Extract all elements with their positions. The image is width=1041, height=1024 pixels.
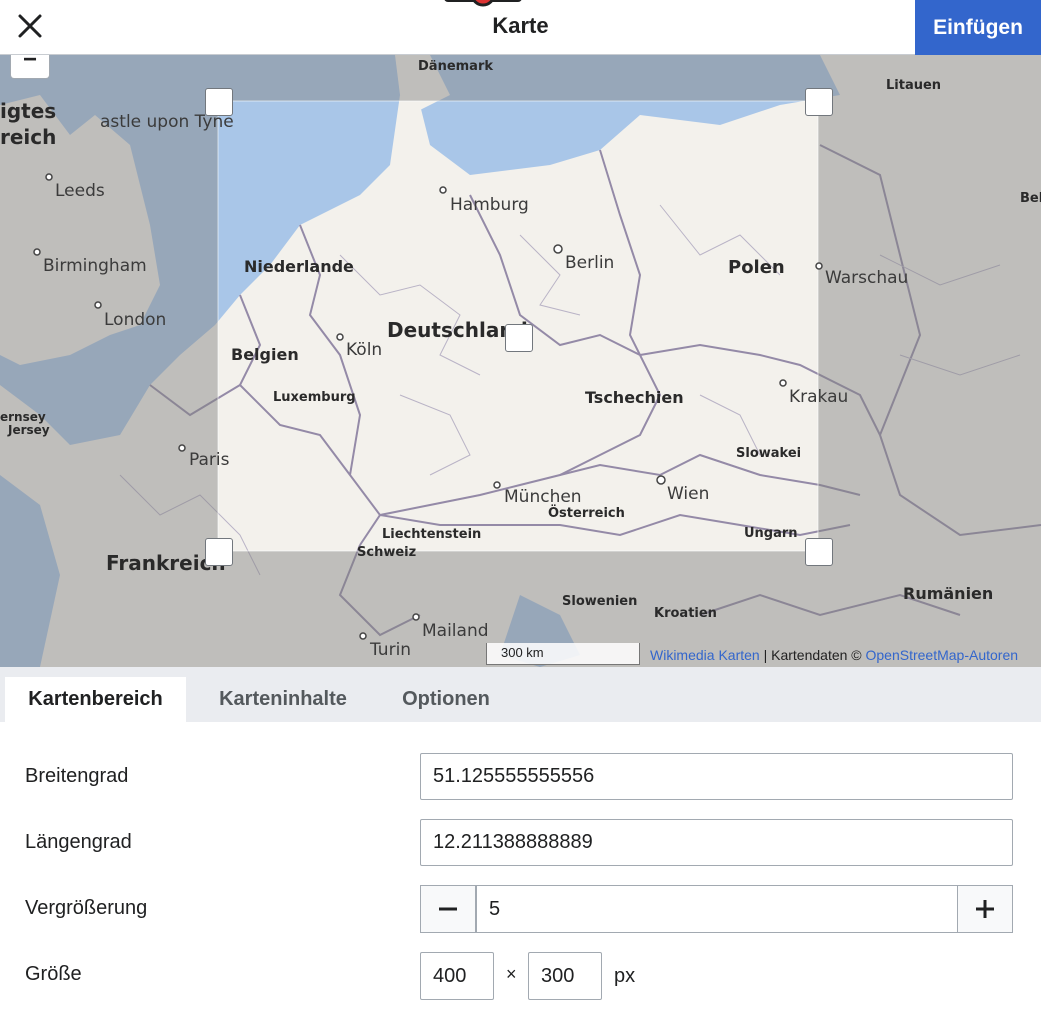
plus-icon	[976, 900, 994, 918]
latitude-label: Breitengrad	[25, 765, 129, 787]
height-input[interactable]	[528, 952, 602, 1000]
map-label-turin: Turin	[370, 640, 412, 660]
map-label-daenemark: Dänemark	[418, 59, 494, 74]
map-label-berlin: Berlin	[565, 253, 615, 273]
map-marker-icon	[444, 0, 522, 7]
map-label-liechtenstein: Liechtenstein	[382, 527, 482, 542]
map-label-vereinigtes-2: reich	[0, 125, 57, 149]
map-label-vereinigtes-1: igtes	[0, 99, 57, 123]
times-symbol: ×	[506, 964, 517, 984]
map-label-leeds: Leeds	[55, 181, 105, 201]
map-label-kroatien: Kroatien	[654, 606, 717, 621]
zoom-out-button[interactable]: −	[10, 55, 50, 79]
map-label-mailand: Mailand	[422, 621, 489, 641]
map-attribution: Wikimedia Karten | Kartendaten © OpenStr…	[650, 647, 1018, 663]
map-label-schweiz: Schweiz	[357, 545, 417, 560]
map-label-bel: Bel	[1020, 191, 1041, 206]
width-input[interactable]	[420, 952, 494, 1000]
map-label-birmingham: Birmingham	[43, 256, 147, 276]
map-label-ungarn: Ungarn	[744, 526, 798, 541]
map-label-muenchen: München	[504, 487, 582, 507]
selection-handle-center[interactable]	[505, 324, 533, 352]
map-label-oesterreich: Österreich	[548, 506, 625, 521]
map-label-jersey: Jersey	[8, 423, 50, 437]
size-label: Größe	[25, 963, 82, 985]
dialog-title: Karte	[492, 13, 549, 38]
map-label-belgien: Belgien	[231, 345, 299, 364]
minus-icon	[439, 907, 457, 911]
attribution-separator: | Kartendaten ©	[759, 647, 866, 663]
wikimedia-maps-link[interactable]: Wikimedia Karten	[650, 647, 760, 663]
osm-authors-link[interactable]: OpenStreetMap-Autoren	[866, 647, 1019, 663]
map-label-hamburg: Hamburg	[450, 195, 529, 215]
tab-karteninhalte[interactable]: Karteninhalte	[202, 677, 364, 722]
zoom-decrement-button[interactable]	[420, 885, 476, 933]
map-scale: 300 km	[486, 643, 640, 665]
map-label-rumaenien: Rumänien	[903, 584, 994, 603]
zoom-increment-button[interactable]	[957, 885, 1013, 933]
selection-handle-bottom-left[interactable]	[205, 538, 233, 566]
map-label-tschechien: Tschechien	[585, 388, 684, 407]
tab-kartenbereich[interactable]: Kartenbereich	[5, 677, 186, 722]
zoom-input[interactable]	[476, 885, 958, 933]
selection-handle-top-right[interactable]	[805, 88, 833, 116]
map-label-litauen: Litauen	[886, 78, 942, 93]
tab-bar: Kartenbereich Karteninhalte Optionen	[0, 667, 1041, 722]
dialog-header: Karte Einfügen	[0, 0, 1041, 55]
map-label-guernsey: ernsey	[0, 410, 46, 424]
map-label-slowakei: Slowakei	[736, 446, 802, 461]
latitude-input[interactable]	[420, 753, 1013, 800]
map-tiles	[0, 55, 1041, 667]
longitude-input[interactable]	[420, 819, 1013, 866]
unit-label: px	[614, 965, 636, 987]
map-label-warschau: Warschau	[825, 268, 909, 288]
map-view[interactable]: − Dänemark Litauen igtes reich astle upo…	[0, 55, 1041, 667]
insert-button[interactable]: Einfügen	[915, 0, 1041, 55]
map-label-niederlande: Niederlande	[244, 257, 354, 276]
map-label-luxemburg: Luxemburg	[273, 390, 356, 405]
selection-handle-bottom-right[interactable]	[805, 538, 833, 566]
longitude-label: Längengrad	[25, 831, 132, 853]
map-label-slowenien: Slowenien	[562, 594, 638, 609]
tab-optionen[interactable]: Optionen	[386, 677, 506, 722]
selection-handle-top-left[interactable]	[205, 88, 233, 116]
map-label-koeln: Köln	[346, 340, 383, 360]
map-label-krakau: Krakau	[789, 387, 849, 407]
map-label-paris: Paris	[189, 450, 230, 470]
zoom-label: Vergrößerung	[25, 897, 148, 919]
map-label-polen: Polen	[728, 257, 785, 278]
map-label-wien: Wien	[667, 484, 710, 504]
map-label-london: London	[104, 310, 167, 330]
